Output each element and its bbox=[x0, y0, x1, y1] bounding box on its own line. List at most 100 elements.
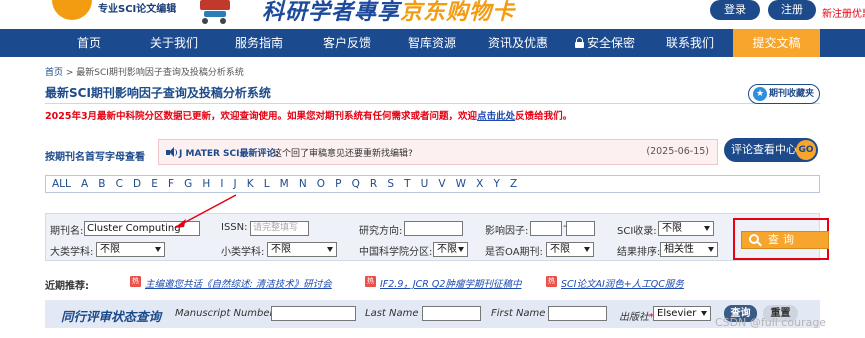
journal-search-panel: 期刊名: Cluster Computing ISSN: 请完整填写 研究方向:… bbox=[45, 213, 820, 261]
letter-c[interactable]: C bbox=[116, 176, 123, 192]
letter-s[interactable]: S bbox=[387, 176, 394, 192]
slogan-part2: 京东购物卡 bbox=[400, 0, 516, 25]
login-button[interactable]: 登录 bbox=[710, 0, 760, 20]
letter-t[interactable]: T bbox=[404, 176, 410, 192]
letter-x[interactable]: X bbox=[476, 176, 483, 192]
sort-order-select[interactable]: 相关性 bbox=[660, 242, 718, 257]
go-icon: GO bbox=[796, 140, 816, 160]
latest-review-ticker[interactable]: J MATER SCI最新评论: 这个回了审稿意见还要重新找编辑? (2025-… bbox=[158, 139, 718, 165]
query-button-label: 查询 bbox=[768, 233, 798, 246]
minor-subject-label: 小类学科: bbox=[221, 247, 265, 258]
update-notice: 2025年3月最新中科院分区数据已更新，欢迎查询使用。如果您对期刊系统有任何需求… bbox=[45, 108, 572, 122]
hot-icon: 热 bbox=[365, 276, 376, 287]
review-center-button[interactable]: 评论查看中心 GO bbox=[724, 138, 818, 162]
letter-w[interactable]: W bbox=[456, 176, 466, 192]
major-subject-value: 不限 bbox=[100, 244, 120, 255]
breadcrumb-home-link[interactable]: 首页 bbox=[45, 68, 63, 78]
site-logo[interactable] bbox=[52, 0, 92, 20]
register-button[interactable]: 注册 bbox=[768, 0, 816, 20]
research-direction-input[interactable] bbox=[404, 221, 463, 236]
letter-y[interactable]: Y bbox=[493, 176, 499, 192]
letter-b[interactable]: B bbox=[98, 176, 105, 192]
red-arrow-annotation bbox=[174, 194, 237, 228]
sci-indexed-select[interactable]: 不限 bbox=[658, 221, 714, 236]
lock-icon bbox=[574, 37, 584, 48]
nav-item-service-guide[interactable]: 服务指南 bbox=[215, 29, 303, 57]
last-name-input[interactable] bbox=[422, 306, 481, 321]
sci-indexed-label: SCI收录: bbox=[617, 226, 657, 237]
nav-item-about[interactable]: 关于我们 bbox=[133, 29, 215, 57]
letter-q[interactable]: Q bbox=[352, 176, 360, 192]
recent-recommend-label: 近期推荐: bbox=[45, 281, 89, 292]
logo-tagline: 专业SCI论文编辑 bbox=[98, 4, 177, 15]
nav-item-security-label: 安全保密 bbox=[586, 36, 635, 50]
issn-input[interactable]: 请完整填写 bbox=[250, 221, 309, 236]
query-button[interactable]: 查询 bbox=[741, 231, 829, 249]
letter-o[interactable]: O bbox=[317, 176, 325, 192]
letter-z[interactable]: Z bbox=[510, 176, 517, 192]
browse-by-letter-label: 按期刊名首写字母查看 bbox=[45, 152, 145, 163]
page-title: 最新SCI期刊影响因子查询及投稿分析系统 bbox=[45, 86, 271, 100]
letter-k[interactable]: K bbox=[247, 176, 254, 192]
nav-item-resources[interactable]: 智库资源 bbox=[391, 29, 473, 57]
hot-icon: 热 bbox=[546, 276, 557, 287]
chevron-down-icon bbox=[155, 247, 161, 252]
letter-v[interactable]: V bbox=[438, 176, 445, 192]
manuscript-number-input[interactable] bbox=[271, 306, 356, 321]
cas-partition-label: 中国科学院分区: bbox=[359, 247, 433, 258]
journal-favorites-button[interactable]: ★ 期刊收藏夹 bbox=[748, 84, 820, 104]
oa-journal-label: 是否OA期刊: bbox=[485, 247, 543, 258]
promo-slogan[interactable]: 科研学者專享京东购物卡 bbox=[262, 0, 515, 26]
letter-i[interactable]: I bbox=[220, 176, 223, 192]
minor-subject-select[interactable]: 不限 bbox=[267, 242, 337, 257]
notice-feedback-link[interactable]: 点击此处 bbox=[477, 111, 515, 122]
impact-factor-min-input[interactable] bbox=[530, 221, 562, 236]
letter-l[interactable]: L bbox=[264, 176, 270, 192]
recommend-link-1[interactable]: 主编邀您共话《自然综述: 清洁技术》研讨会 bbox=[145, 276, 332, 290]
hot-icon: 热 bbox=[130, 276, 141, 287]
recommend-link-2[interactable]: IF2.9，JCR Q2肿瘤学期刊征稿中 bbox=[380, 276, 521, 290]
impact-factor-max-input[interactable] bbox=[566, 221, 595, 236]
letter-h[interactable]: H bbox=[202, 176, 210, 192]
peer-review-status-bar: 同行评审状态查询 Manuscript Number * Last Name *… bbox=[45, 300, 820, 328]
publisher-select[interactable]: Elsevier bbox=[653, 306, 711, 321]
nav-item-news[interactable]: 资讯及优惠 bbox=[473, 29, 563, 57]
letter-e[interactable]: E bbox=[151, 176, 158, 192]
oa-journal-select[interactable]: 不限 bbox=[546, 242, 594, 257]
letter-d[interactable]: D bbox=[133, 176, 141, 192]
title-divider bbox=[45, 103, 820, 104]
letter-a[interactable]: A bbox=[81, 176, 88, 192]
major-subject-select[interactable]: 不限 bbox=[96, 242, 165, 257]
letter-j[interactable]: J bbox=[234, 176, 237, 192]
review-text[interactable]: 这个回了审稿意见还要重新找编辑? bbox=[273, 146, 413, 159]
review-source: J MATER SCI最新评论: bbox=[179, 149, 280, 159]
nav-item-security[interactable]: 安全保密 bbox=[563, 29, 647, 57]
nav-item-submit[interactable]: 提交文稿 bbox=[733, 29, 820, 57]
manuscript-number-label: Manuscript Number * bbox=[175, 308, 282, 319]
letter-all[interactable]: ALL bbox=[52, 176, 71, 192]
star-icon: ★ bbox=[753, 87, 767, 101]
letter-m[interactable]: M bbox=[280, 176, 289, 192]
chevron-down-icon bbox=[327, 247, 333, 252]
nav-item-feedback[interactable]: 客户反馈 bbox=[303, 29, 391, 57]
peer-review-title: 同行评审状态查询 bbox=[61, 309, 162, 324]
journal-favorites-label: 期刊收藏夹 bbox=[769, 89, 815, 99]
slogan-part1: 科研学者專享 bbox=[262, 0, 401, 25]
nav-item-home[interactable]: 首页 bbox=[45, 29, 133, 57]
recommend-link-3[interactable]: SCI论文AI润色+人工QC服务 bbox=[561, 276, 684, 290]
letter-p[interactable]: P bbox=[335, 176, 341, 192]
new-register-promo-link[interactable]: 新注册优惠 bbox=[822, 5, 865, 20]
nav-item-contact[interactable]: 联系我们 bbox=[647, 29, 733, 57]
letter-g[interactable]: G bbox=[184, 176, 192, 192]
cas-partition-select[interactable]: 不限 bbox=[433, 242, 468, 257]
research-direction-label: 研究方向: bbox=[359, 226, 403, 237]
breadcrumb-current: 最新SCI期刊影响因子查询及投稿分析系统 bbox=[76, 68, 244, 78]
letter-n[interactable]: N bbox=[299, 176, 307, 192]
letter-u[interactable]: U bbox=[421, 176, 429, 192]
letter-index: ALL A B C D E F G H I J K L M N O P Q R … bbox=[45, 175, 820, 193]
letter-f[interactable]: F bbox=[168, 176, 174, 192]
notice-text-after: 反馈给我们。 bbox=[515, 111, 573, 122]
first-name-input[interactable] bbox=[548, 306, 607, 321]
letter-r[interactable]: R bbox=[370, 176, 377, 192]
chevron-down-icon bbox=[584, 247, 590, 252]
